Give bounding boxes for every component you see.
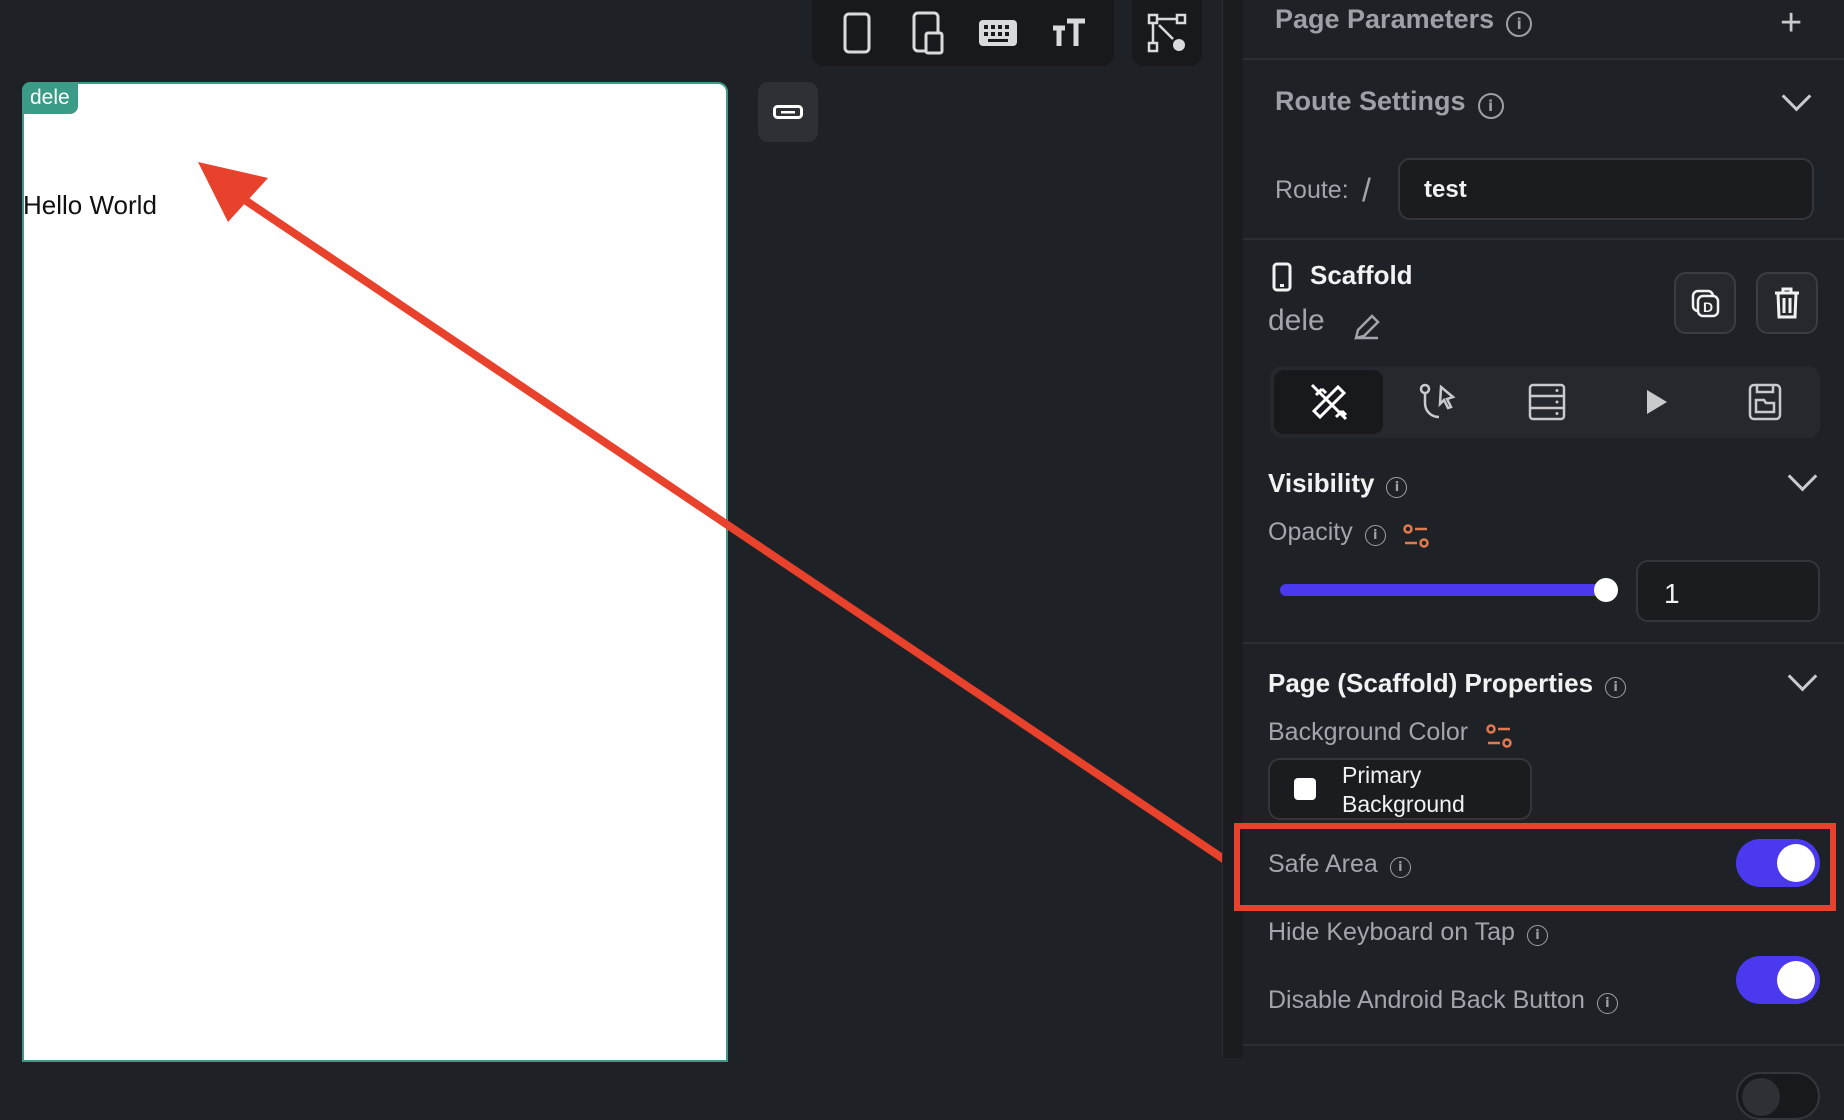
- route-label: Route:: [1275, 176, 1349, 204]
- widget-type: Scaffold: [1310, 260, 1413, 290]
- route-input[interactable]: test: [1398, 158, 1814, 220]
- widget-type-icon-phone: [1272, 262, 1292, 297]
- divider: [1243, 58, 1844, 60]
- variable-icon[interactable]: [1402, 522, 1430, 550]
- play-icon: [1647, 390, 1668, 414]
- plus-icon[interactable]: +: [1780, 2, 1802, 45]
- backend-icon: [1528, 383, 1566, 421]
- info-icon[interactable]: i: [1386, 477, 1408, 499]
- page-props-header[interactable]: Page (Scaffold) Properties i: [1268, 668, 1627, 699]
- disable-back-row: Disable Android Back Button i: [1268, 986, 1618, 1015]
- actions-icon: [1419, 383, 1456, 419]
- page-props-title: Page (Scaffold) Properties: [1268, 668, 1594, 698]
- visibility-header[interactable]: Visibility i: [1268, 468, 1408, 499]
- folder-icon: [1749, 383, 1782, 421]
- panel-tabs: [1270, 366, 1820, 438]
- opacity-slider-knob[interactable]: [1594, 578, 1618, 602]
- tab-backend[interactable]: [1492, 370, 1601, 434]
- duplicate-button[interactable]: D: [1674, 272, 1736, 334]
- bg-color-value: Primary Background: [1342, 761, 1465, 819]
- opacity-value: 1: [1664, 578, 1680, 609]
- bg-color-picker[interactable]: Primary Background: [1268, 758, 1532, 820]
- bg-color-value-line2: Background: [1342, 791, 1465, 817]
- svg-text:D: D: [1703, 299, 1713, 315]
- trash-icon: [1775, 287, 1799, 319]
- hide-keyboard-toggle[interactable]: [1736, 956, 1820, 1004]
- route-settings-header[interactable]: Route Settings i: [1275, 86, 1504, 119]
- widget-name[interactable]: dele: [1268, 304, 1325, 338]
- info-icon[interactable]: i: [1506, 10, 1533, 37]
- highlight-box: [1234, 823, 1836, 911]
- properties-icon: [1310, 383, 1347, 421]
- info-icon[interactable]: i: [1477, 92, 1504, 119]
- visibility-title: Visibility: [1268, 468, 1375, 498]
- delete-button[interactable]: [1756, 272, 1818, 334]
- hide-keyboard-label: Hide Keyboard on Tap: [1268, 918, 1515, 946]
- tab-preview[interactable]: [1602, 370, 1711, 434]
- bg-color-value-line1: Primary: [1342, 762, 1422, 788]
- color-swatch: [1294, 778, 1316, 800]
- phone-icon: [1272, 262, 1292, 292]
- bg-color-label: Background Color: [1268, 718, 1469, 746]
- hide-keyboard-row: Hide Keyboard on Tap i: [1268, 918, 1548, 947]
- duplicate-icon: D: [1691, 289, 1720, 318]
- route-value: test: [1424, 176, 1467, 203]
- divider: [1243, 238, 1844, 240]
- opacity-label: Opacity: [1268, 518, 1353, 546]
- bg-color-row: Background Color: [1268, 718, 1513, 750]
- tab-properties[interactable]: [1274, 370, 1384, 434]
- page-parameters-header[interactable]: Page Parameters i: [1275, 4, 1533, 37]
- opacity-input[interactable]: 1: [1636, 560, 1820, 622]
- route-slash: /: [1362, 172, 1371, 208]
- divider: [1243, 642, 1844, 644]
- disable-back-toggle[interactable]: [1736, 1072, 1820, 1120]
- divider: [1243, 1044, 1844, 1046]
- page-parameters-title: Page Parameters: [1275, 4, 1495, 34]
- info-icon[interactable]: i: [1364, 525, 1386, 547]
- info-icon[interactable]: i: [1596, 993, 1618, 1015]
- variable-icon[interactable]: [1485, 722, 1513, 750]
- info-icon[interactable]: i: [1526, 925, 1548, 947]
- tab-files[interactable]: [1711, 370, 1820, 434]
- route-settings-title: Route Settings: [1275, 86, 1466, 116]
- disable-back-label: Disable Android Back Button: [1268, 986, 1585, 1014]
- opacity-row: Opacity i: [1268, 518, 1430, 550]
- tab-actions[interactable]: [1383, 370, 1492, 434]
- opacity-slider-track[interactable]: [1280, 584, 1608, 596]
- info-icon[interactable]: i: [1605, 677, 1627, 699]
- edit-icon[interactable]: [1352, 312, 1382, 347]
